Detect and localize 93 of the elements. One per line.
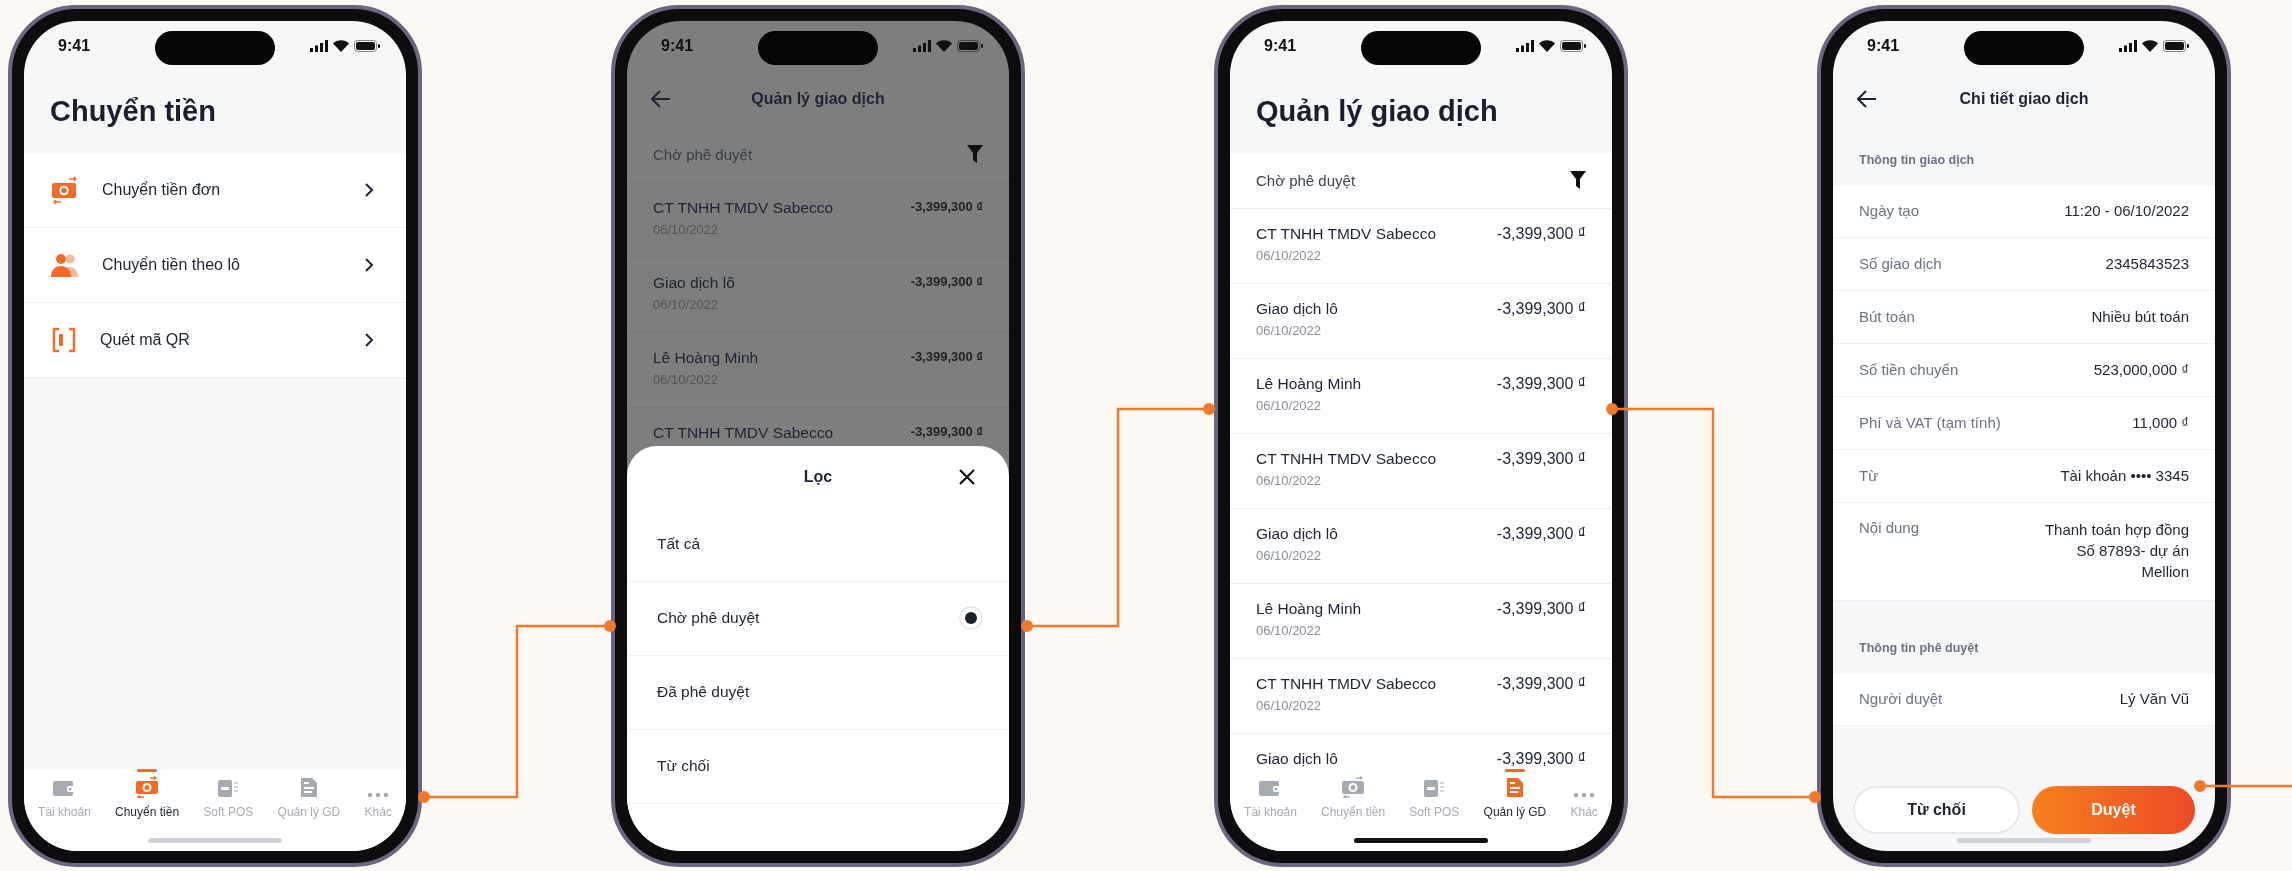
transaction-amount: -3,399,300 ₫ xyxy=(910,423,983,439)
detail-label: Số tiền chuyển xyxy=(1859,361,1959,378)
battery-icon xyxy=(2163,39,2189,52)
detail-value: 11,000 ₫ xyxy=(2132,413,2189,433)
page-title: Quản lý giao dịch xyxy=(1256,95,1498,128)
signal-icon xyxy=(1516,39,1534,52)
filter-label: Chờ phê duyệt xyxy=(653,145,753,163)
battery-icon xyxy=(354,39,380,52)
transaction-name: Lê Hoàng Minh xyxy=(653,348,759,367)
transaction-date: 06/10/2022 xyxy=(1256,697,1323,713)
detail-value: Nhiều bút toán xyxy=(2091,307,2189,327)
transaction-name: Giao dịch lô xyxy=(1256,299,1338,318)
detail-value: Lý Văn Vũ xyxy=(2119,689,2189,709)
transaction-amount: -3,399,300 ₫ xyxy=(910,273,983,289)
nav-tab[interactable]: Quản lý GD xyxy=(1481,768,1549,819)
transaction-amount: -3,399,300 ₫ xyxy=(910,198,983,214)
detail-label: Người duyệt xyxy=(1859,690,1943,707)
transaction-name: CT TNHH TMDV Sabecco xyxy=(1256,674,1437,693)
detail-value: 2345843523 xyxy=(2105,254,2189,274)
transaction-date: 06/10/2022 xyxy=(1256,472,1323,488)
wifi-icon xyxy=(936,39,952,52)
detail-label: Phí và VAT (tạm tính) xyxy=(1859,414,2001,431)
card-reader-icon xyxy=(1422,777,1447,798)
status-time: 9:41 xyxy=(1264,36,1297,55)
menu-item[interactable]: Chuyển tiền theo lô xyxy=(24,227,406,303)
transaction-amount: -3,399,300 ₫ xyxy=(1496,374,1586,393)
transaction-amount: -3,399,300 ₫ xyxy=(1496,599,1586,618)
transaction-name: Lê Hoàng Minh xyxy=(1256,374,1362,393)
detail-value: 11:20 - 06/10/2022 xyxy=(2064,201,2189,221)
menu-item[interactable]: Chuyển tiền đơn xyxy=(24,152,406,228)
reject-button[interactable]: Từ chối xyxy=(1853,785,2020,834)
detail-label: Ngày tạo xyxy=(1859,202,1920,219)
detail-label: Số giao dịch xyxy=(1859,255,1942,272)
banknote-icon xyxy=(134,775,161,798)
detail-value: 523,000,000 ₫ xyxy=(2093,360,2189,380)
card-reader-icon xyxy=(216,777,241,798)
more-icon xyxy=(367,791,390,798)
battery-icon xyxy=(957,39,983,52)
transaction-name: Giao dịch lô xyxy=(1256,524,1338,543)
wifi-icon xyxy=(333,39,349,52)
transaction-amount: -3,399,300 ₫ xyxy=(1496,449,1586,468)
transaction-date: 06/10/2022 xyxy=(1256,622,1323,638)
section-title: Thông tin giao dịch xyxy=(1859,152,1975,167)
transaction-name: CT TNHH TMDV Sabecco xyxy=(653,198,834,217)
detail-value: Tài khoản •••• 3345 xyxy=(2060,466,2189,486)
detail-label: Từ xyxy=(1859,467,1879,484)
battery-icon xyxy=(1560,39,1586,52)
transaction-amount: -3,399,300 ₫ xyxy=(910,348,983,364)
section-title: Thông tin phê duyệt xyxy=(1859,640,1979,655)
signal-icon xyxy=(913,39,931,52)
transaction-date: 06/10/2022 xyxy=(1256,547,1323,563)
transaction-name: Giao dịch lô xyxy=(1256,749,1338,768)
document-icon xyxy=(298,775,319,798)
transaction-amount: -3,399,300 ₫ xyxy=(1496,674,1586,693)
transaction-amount: -3,399,300 ₫ xyxy=(1496,524,1586,543)
more-icon xyxy=(1573,791,1596,798)
status-time: 9:41 xyxy=(58,36,91,55)
transaction-date: 06/10/2022 xyxy=(1256,247,1323,263)
transaction-name: Lê Hoàng Minh xyxy=(1256,599,1362,618)
transaction-name: CT TNHH TMDV Sabecco xyxy=(1256,449,1437,468)
transaction-name: Giao dịch lô xyxy=(653,273,735,292)
filter-label: Chờ phê duyệt xyxy=(1256,171,1356,189)
transaction-name: CT TNHH TMDV Sabecco xyxy=(1256,224,1437,243)
status-time: 9:41 xyxy=(1867,36,1900,55)
filter-icon[interactable] xyxy=(1570,171,1586,189)
header-title: Quản lý giao dịch xyxy=(751,89,885,108)
chevron-right-icon xyxy=(364,181,374,198)
signal-icon xyxy=(310,39,328,52)
nav-tab[interactable]: Chuyển tiền xyxy=(113,768,182,819)
transaction-amount: -3,399,300 ₫ xyxy=(1496,749,1586,768)
wifi-icon xyxy=(1539,39,1555,52)
sheet-title: Lọc xyxy=(803,467,833,486)
qr-scan-icon xyxy=(50,325,78,354)
detail-label: Nội dung xyxy=(1859,518,1920,536)
chevron-right-icon xyxy=(364,331,374,348)
detail-value: Thanh toán hợp đồng Số 87893- dự án Mellion xyxy=(2043,519,2189,582)
transaction-date: 06/10/2022 xyxy=(1256,322,1323,338)
document-icon xyxy=(1504,775,1525,798)
header-title: Chi tiết giao dịch xyxy=(1959,89,2089,108)
transaction-amount: -3,399,300 ₫ xyxy=(1496,224,1586,243)
banknote-icon xyxy=(1340,775,1367,798)
transaction-name: CT TNHH TMDV Sabecco xyxy=(653,423,834,442)
menu-item[interactable]: Quét mã QR xyxy=(24,302,406,378)
page-title: Chuyển tiền xyxy=(50,95,216,128)
detail-label: Bút toán xyxy=(1859,308,1915,325)
back-arrow-icon[interactable] xyxy=(1857,89,1877,108)
close-icon[interactable] xyxy=(959,468,975,485)
transaction-amount: -3,399,300 ₫ xyxy=(1496,299,1586,318)
status-time: 9:41 xyxy=(661,36,694,55)
signal-icon xyxy=(2119,39,2137,52)
wifi-icon xyxy=(2142,39,2158,52)
chevron-right-icon xyxy=(364,256,374,273)
transaction-date: 06/10/2022 xyxy=(1256,397,1323,413)
